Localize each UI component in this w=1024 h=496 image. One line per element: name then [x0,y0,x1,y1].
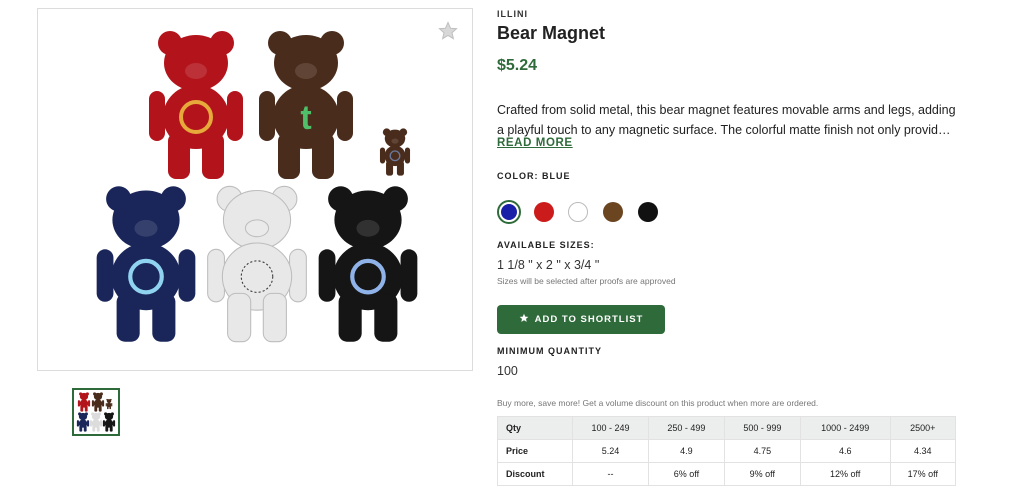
product-price: $5.24 [497,57,538,74]
color-swatch-blue[interactable] [497,200,521,224]
color-swatch-red[interactable] [534,202,554,222]
bear-magnet [207,185,307,343]
product-main-image[interactable]: t [37,8,473,371]
header-cell: 1000 - 2499 [799,416,891,440]
row-label: Discount [497,462,573,486]
size-note: Sizes will be selected after proofs are … [497,276,676,286]
pricing-table-header: Qty 100 - 249 250 - 499 500 - 999 1000 -… [497,416,957,440]
star-icon [519,313,529,326]
color-label: COLOR: BLUE [497,171,571,181]
volume-discount-note: Buy more, save more! Get a volume discou… [497,398,819,408]
bear-magnet [149,31,243,179]
product-description: Crafted from solid metal, this bear magn… [497,103,956,137]
product-thumbnail[interactable] [72,388,120,436]
minimum-quantity-label: MINIMUM QUANTITY [497,346,602,356]
header-cell: 2500+ [889,416,957,440]
header-cell: 500 - 999 [723,416,801,440]
row-label: Price [497,439,573,463]
table-cell: 4.6 [799,439,891,463]
shortlist-button-label: ADD TO SHORTLIST [534,314,644,325]
bear-magnet: t [259,31,353,179]
header-cell: 100 - 249 [572,416,649,440]
table-cell: 4.34 [889,439,957,463]
table-row: Discount -- 6% off 9% off 12% off 17% of… [497,462,957,486]
header-cell: Qty [497,416,573,440]
header-cell: 250 - 499 [647,416,725,440]
table-row: Price 5.24 4.9 4.75 4.6 4.34 [497,439,957,463]
pricing-table: Qty 100 - 249 250 - 499 500 - 999 1000 -… [497,416,957,486]
minimum-quantity-value: 100 [497,364,518,378]
table-cell: 17% off [889,462,957,486]
brand-name: ILLINI [497,9,528,19]
table-cell: 5.24 [572,439,649,463]
product-title: Bear Magnet [497,23,606,43]
table-cell: 12% off [799,462,891,486]
read-more-link[interactable]: READ MORE [497,137,573,149]
size-value: 1 1/8 " x 2 " x 3/4 " [497,258,600,272]
color-swatch-black[interactable] [638,202,658,222]
color-swatch-brown[interactable] [603,202,623,222]
table-cell: 4.75 [723,439,801,463]
table-cell: 6% off [647,462,725,486]
color-swatch-white[interactable] [568,202,588,222]
favorite-star-icon[interactable] [438,21,458,41]
bear-magnet [96,186,196,342]
thumbnail-image [76,392,116,432]
bear-magnets-photo: t [96,31,418,343]
sizes-label: AVAILABLE SIZES: [497,240,595,250]
table-cell: 9% off [723,462,801,486]
add-to-shortlist-button[interactable]: ADD TO SHORTLIST [497,305,665,334]
svg-text:t: t [300,99,311,137]
table-cell: 4.9 [647,439,725,463]
bear-magnet [379,128,411,176]
bear-magnet [318,186,418,342]
table-cell: -- [572,462,649,486]
